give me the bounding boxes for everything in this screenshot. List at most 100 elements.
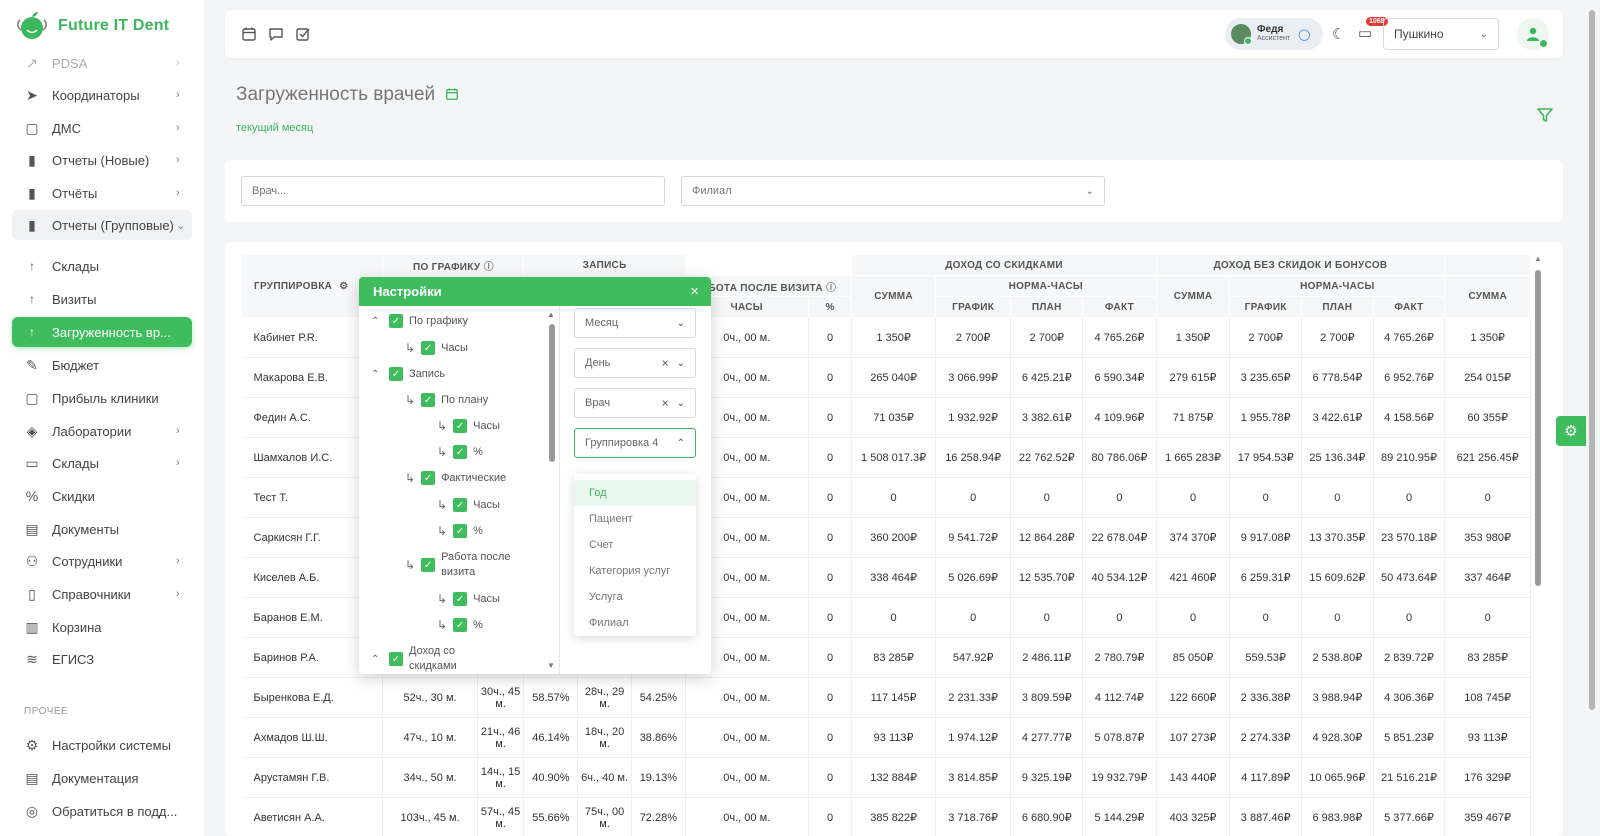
sidebar-item-staff[interactable]: ⚇ Сотрудники › (12, 546, 192, 576)
sidebar-subitem-warehouses[interactable]: ↑ Склады (12, 251, 192, 281)
calendar-icon[interactable] (239, 24, 259, 44)
checkbox-checked-icon[interactable]: ✓ (453, 419, 468, 433)
checkbox-checked-icon[interactable]: ✓ (453, 524, 468, 538)
sidebar-item-pdsa[interactable]: ↗ PDSA › (12, 48, 192, 78)
scroll-up-icon[interactable]: ▲ (547, 310, 555, 319)
sidebar-item-dms[interactable]: ▢ ДМС › (12, 113, 192, 143)
table-row[interactable]: Арустамян Г.В. 34ч., 50 м. 14ч., 15 м. 40.9… (241, 757, 1531, 798)
chat-bubble-icon[interactable]: ◯ (1298, 28, 1310, 41)
send-icon: ➤ (26, 86, 38, 103)
dropdown-option[interactable]: Год (574, 480, 696, 506)
collapse-icon[interactable]: ⌃ (371, 369, 379, 380)
scroll-up-icon[interactable]: ▲ (1534, 254, 1542, 263)
checkbox-checked-icon[interactable]: ✓ (389, 367, 403, 381)
tree-node[interactable]: ↳ ✓ Часы (437, 419, 500, 433)
table-row[interactable]: Быренкова Е.Д. 52ч., 30 м. 30ч., 45 м. 58.5… (241, 677, 1531, 718)
tree-node[interactable]: ↳ ✓% (437, 618, 483, 632)
settings-gear-icon[interactable]: ⚙ (1556, 416, 1586, 446)
checkbox-checked-icon[interactable]: ✓ (389, 314, 403, 328)
scrollbar-thumb[interactable] (1535, 270, 1541, 586)
checkbox-checked-icon[interactable]: ✓ (421, 471, 436, 485)
grouping-select-4[interactable]: Группировка 4 ⌃ (574, 428, 696, 458)
tree-node[interactable]: ↳ ✓% (437, 445, 483, 459)
dropdown-option[interactable]: Услуга (574, 584, 696, 610)
moon-icon[interactable]: ☾ (1332, 25, 1345, 43)
calendar-icon[interactable] (445, 87, 459, 104)
scroll-down-icon[interactable]: ▼ (547, 661, 555, 670)
table-scrollbar[interactable]: ▲ (1534, 254, 1542, 836)
dropdown-option[interactable]: Счет (574, 532, 696, 558)
indent-arrow-icon: ↳ (437, 524, 448, 538)
sidebar-item-egisz[interactable]: ≋ ЕГИСЗ (12, 644, 192, 674)
tree-node[interactable]: ↳ ✓ Работа после визита (405, 550, 533, 580)
checkbox-checked-icon[interactable]: ✓ (453, 445, 468, 459)
sidebar-item-documents[interactable]: ▤ Документы (12, 514, 192, 544)
close-icon[interactable]: × (690, 283, 699, 300)
period-link[interactable]: текущий месяц (236, 122, 313, 134)
checkbox-checked-icon[interactable]: ✓ (389, 652, 403, 666)
tree-node[interactable]: ⌃ ✓ Доход со скидками (371, 644, 501, 674)
help-icon[interactable]: ⓘ (826, 283, 836, 294)
sidebar-item-documentation[interactable]: ▤ Документация (12, 763, 192, 793)
chat-icon[interactable] (266, 24, 286, 44)
tree-node[interactable]: ⌃ ✓ Запись (371, 367, 445, 381)
sidebar-item-budget[interactable]: ✎ Бюджет (12, 350, 192, 380)
tree-scrollbar[interactable]: ▲ ▼ (547, 310, 557, 670)
sidebar-item-trash[interactable]: ▥ Корзина (12, 612, 192, 642)
sidebar-subitem-doctor-load[interactable]: ↑ Загруженность вр... (12, 317, 192, 347)
sidebar-item-references[interactable]: ▯ Справочники › (12, 579, 192, 609)
clear-icon[interactable]: × (662, 396, 669, 410)
sidebar-item-discounts[interactable]: % Скидки (12, 481, 192, 511)
sidebar-item-support[interactable]: ◎ Обратиться в подд... (12, 796, 192, 826)
scrollbar-thumb[interactable] (1589, 10, 1595, 710)
tree-node[interactable]: ↳ ✓ По плану (405, 393, 488, 407)
collapse-icon[interactable]: ⌃ (371, 654, 379, 665)
clear-icon[interactable]: × (662, 356, 669, 370)
tree-node[interactable]: ⌃ ✓ По графику (371, 314, 468, 328)
tree-node[interactable]: ↳ ✓% (437, 524, 483, 538)
checkbox-icon[interactable] (293, 24, 313, 44)
bell-icon[interactable]: ▭ 1068 (1358, 17, 1388, 42)
dropdown-option[interactable]: Пациент (574, 506, 696, 532)
help-icon[interactable]: ⓘ (484, 262, 494, 273)
cell-av_h: 0ч., 00 м. (685, 677, 809, 718)
sidebar-item-coordinators[interactable]: ➤ Координаторы › (12, 80, 192, 110)
tree-node[interactable]: ↳ ✓ Часы (437, 592, 500, 606)
filter-icon[interactable] (1536, 106, 1554, 129)
checkbox-checked-icon[interactable]: ✓ (453, 592, 468, 606)
branch-filter-select[interactable]: Филиал ⌄ (681, 176, 1105, 206)
tree-node[interactable]: ↳ ✓ Часы (437, 498, 500, 512)
sidebar-item-system-settings[interactable]: ⚙ Настройки системы (12, 730, 192, 760)
grouping-select-1[interactable]: Месяц ⌄ (574, 308, 696, 338)
user-chip[interactable]: Федя Ассистент ◯ (1225, 18, 1323, 50)
sidebar-item-clinic-profit[interactable]: ▢ Прибыль клиники (12, 383, 192, 413)
sidebar-item-reports-group[interactable]: ▮ Отчеты (Групповые) ⌄ (12, 210, 192, 240)
grouping-select-3[interactable]: Врач × ⌄ (574, 388, 696, 418)
checkbox-checked-icon[interactable]: ✓ (453, 618, 468, 632)
sidebar-item-labs[interactable]: ◈ Лаборатории › (12, 416, 192, 446)
grouping-select-2[interactable]: День × ⌄ (574, 348, 696, 378)
branch-select[interactable]: Пушкино ⌄ (1383, 18, 1499, 50)
page-scrollbar[interactable] (1588, 0, 1596, 836)
checkbox-checked-icon[interactable]: ✓ (421, 393, 436, 407)
checkbox-checked-icon[interactable]: ✓ (421, 341, 436, 355)
profile-icon[interactable] (1517, 18, 1549, 50)
checkbox-checked-icon[interactable]: ✓ (453, 498, 468, 512)
dropdown-option[interactable]: Филиал (574, 610, 696, 636)
sidebar-item-reports-new[interactable]: ▮ Отчеты (Новые) › (12, 145, 192, 175)
table-row[interactable]: Ахмадов Ш.Ш. 47ч., 10 м. 21ч., 46 м. 46.14%… (241, 717, 1531, 758)
sidebar-item-warehouses[interactable]: ▭ Склады › (12, 448, 192, 478)
checkbox-checked-icon[interactable]: ✓ (421, 558, 436, 572)
logo[interactable]: Future IT Dent (14, 8, 169, 44)
sidebar-item-reports[interactable]: ▮ Отчёты › (12, 178, 192, 208)
collapse-icon[interactable]: ⌃ (371, 316, 379, 327)
tree-node[interactable]: ↳ ✓ Часы (405, 341, 468, 355)
col-fact-2: ФАКТ (1372, 296, 1446, 318)
gear-icon[interactable]: ⚙ (339, 281, 348, 292)
scrollbar-thumb[interactable] (549, 324, 555, 462)
table-row[interactable]: Аветисян А.А. 103ч., 45 м. 57ч., 45 м. 55.6… (241, 797, 1531, 836)
tree-node[interactable]: ↳ ✓ Фактические (405, 471, 506, 485)
dropdown-option[interactable]: Категория услуг (574, 558, 696, 584)
doctor-search-input[interactable] (241, 176, 665, 206)
sidebar-subitem-visits[interactable]: ↑ Визиты (12, 284, 192, 314)
